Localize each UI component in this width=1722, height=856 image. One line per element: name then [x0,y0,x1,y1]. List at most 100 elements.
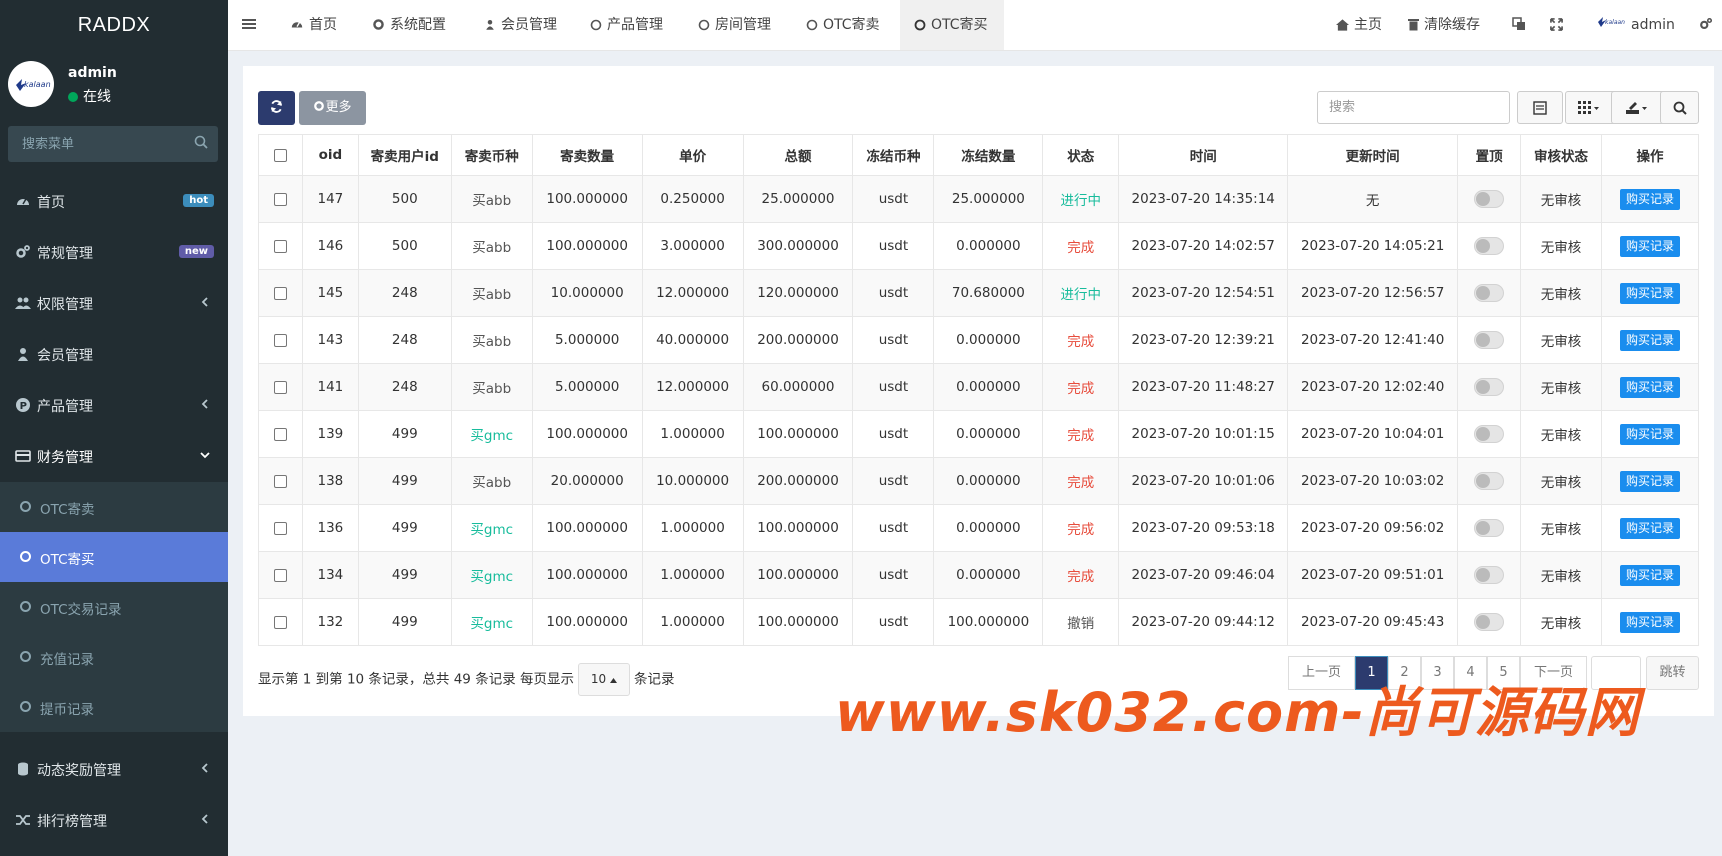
cell-utime: 2023-07-20 10:04:01 [1287,410,1459,458]
tab-otc-buy[interactable]: OTC寄买 [900,0,1004,50]
row-select-cell [258,551,303,599]
column-header[interactable]: 时间 [1118,134,1289,176]
translate-button[interactable] [1512,0,1531,50]
purchase-record-button[interactable]: 购买记录 [1619,611,1680,633]
jump-button[interactable]: 跳转 [1646,656,1699,690]
cell-utime: 2023-07-20 12:56:57 [1287,269,1459,317]
row-checkbox[interactable] [273,427,287,441]
table-row[interactable]: 146 500 买abb 100.000000 3.000000 300.000000 us… [258,222,1700,270]
purchase-record-button[interactable]: 购买记录 [1619,517,1680,539]
purchase-record-button[interactable]: 购买记录 [1619,376,1680,398]
toggle-view-button[interactable] [1517,91,1563,124]
app-logo[interactable]: RADDX [0,0,228,50]
table-row[interactable]: 141 248 买abb 5.000000 12.000000 60.000000 usdt… [258,363,1700,411]
purchase-record-button[interactable]: 购买记录 [1619,423,1680,445]
export-button[interactable] [1611,91,1666,124]
clear-cache-button[interactable]: 清除缓存 [1408,0,1480,50]
table-row[interactable]: 134 499 买gmc 100.000000 1.000000 100.000000 us… [258,551,1700,599]
pin-toggle[interactable] [1474,425,1505,443]
row-checkbox[interactable] [273,521,287,535]
tab-otc-sell[interactable]: OTC寄卖 [806,0,880,50]
tab-room[interactable]: 房间管理 [698,0,771,50]
column-header[interactable]: 状态 [1042,134,1120,176]
row-checkbox[interactable] [273,333,287,347]
row-checkbox[interactable] [273,380,287,394]
table-row[interactable]: 138 499 买abb 20.000000 10.000000 200.000000 us… [258,457,1700,505]
sidebar-search-input[interactable] [8,126,218,162]
row-checkbox[interactable] [273,615,287,629]
sidebar-item-product[interactable]: P 产品管理 [0,380,228,431]
column-header[interactable]: 冻结数量 [933,134,1044,176]
column-header[interactable]: 寄卖用户id [357,134,452,176]
row-checkbox[interactable] [273,239,287,253]
table-row[interactable]: 145 248 买abb 10.000000 12.000000 120.000000 us… [258,269,1700,317]
column-header[interactable]: 置顶 [1457,134,1522,176]
refresh-button[interactable] [258,91,295,125]
column-header[interactable]: 寄卖币种 [450,134,533,176]
column-header[interactable]: 寄卖数量 [531,134,643,176]
pin-toggle[interactable] [1474,472,1505,490]
pin-toggle[interactable] [1474,613,1505,631]
tab-product[interactable]: 产品管理 [590,0,663,50]
sidebar-item-member[interactable]: 会员管理 [0,329,228,380]
tab-system-config[interactable]: 系统配置 [372,0,446,50]
purchase-record-button[interactable]: 购买记录 [1619,235,1680,257]
table-row[interactable]: 143 248 买abb 5.000000 40.000000 200.000000 usd… [258,316,1700,364]
columns-button[interactable] [1565,91,1617,124]
column-header[interactable]: 审核状态 [1520,134,1602,176]
purchase-record-button[interactable]: 购买记录 [1619,470,1680,492]
sidebar-item-home[interactable]: 首页 hot [0,176,228,227]
sidebar-subitem-otc-buy[interactable]: OTC寄买 [0,532,228,582]
cell-operation: 购买记录 [1600,222,1700,270]
pin-toggle[interactable] [1474,190,1505,208]
tab-home[interactable]: 首页 [290,0,337,50]
more-button[interactable]: 更多 [299,91,366,125]
settings-button[interactable] [1698,0,1719,50]
sidebar-toggle-button[interactable] [242,0,261,50]
cell-price: 0.250000 [641,175,744,223]
sidebar-item-permission[interactable]: 权限管理 [0,278,228,329]
search-icon[interactable] [194,135,208,149]
purchase-record-button[interactable]: 购买记录 [1619,282,1680,304]
select-all-checkbox[interactable] [273,148,287,162]
sidebar-item-finance[interactable]: 财务管理 [0,431,228,482]
advanced-search-button[interactable] [1660,91,1699,124]
pin-toggle[interactable] [1474,519,1505,537]
pin-toggle[interactable] [1474,566,1505,584]
home-link[interactable]: 主页 [1336,0,1382,50]
table-row[interactable]: 136 499 买gmc 100.000000 1.000000 100.000000 us… [258,504,1700,552]
row-checkbox[interactable] [273,474,287,488]
column-header[interactable]: 总额 [742,134,854,176]
user-menu[interactable]: kalaan admin [1596,0,1675,50]
table-row[interactable]: 139 499 买gmc 100.000000 1.000000 100.000000 us… [258,410,1700,458]
page-size-select[interactable]: 10 [577,663,630,696]
column-header[interactable]: oid [301,134,359,176]
sidebar-item-label: 动态奖励管理 [37,763,121,779]
pin-toggle[interactable] [1474,378,1505,396]
pin-toggle[interactable] [1474,284,1505,302]
sidebar-subitem-deposit-log[interactable]: 充值记录 [0,632,228,682]
purchase-record-button[interactable]: 购买记录 [1619,564,1680,586]
sidebar-subitem-withdraw-log[interactable]: 提币记录 [0,682,228,732]
row-checkbox[interactable] [273,286,287,300]
pin-toggle[interactable] [1474,331,1505,349]
column-header[interactable]: 更新时间 [1287,134,1459,176]
sidebar-subitem-otc-trade-log[interactable]: OTC交易记录 [0,582,228,632]
sidebar-subitem-otc-sell[interactable]: OTC寄卖 [0,482,228,532]
table-row[interactable]: 147 500 买abb 100.000000 0.250000 25.000000 usd… [258,175,1700,223]
purchase-record-button[interactable]: 购买记录 [1619,188,1680,210]
table-row[interactable]: 132 499 买gmc 100.000000 1.000000 100.000000 us… [258,598,1700,646]
row-checkbox[interactable] [273,568,287,582]
sidebar-item-ranking[interactable]: 排行榜管理 [0,795,228,846]
pin-toggle[interactable] [1474,237,1505,255]
tab-member[interactable]: 会员管理 [484,0,557,50]
row-checkbox[interactable] [273,192,287,206]
purchase-record-button[interactable]: 购买记录 [1619,329,1680,351]
sidebar-item-general[interactable]: 常规管理 new [0,227,228,278]
column-header[interactable]: 单价 [641,134,744,176]
column-header[interactable]: 冻结币种 [852,134,935,176]
fullscreen-button[interactable] [1550,0,1568,50]
sidebar-item-dynamic-reward[interactable]: 动态奖励管理 [0,744,228,795]
cell-price: 1.000000 [641,551,744,599]
table-search-input[interactable] [1318,92,1509,123]
